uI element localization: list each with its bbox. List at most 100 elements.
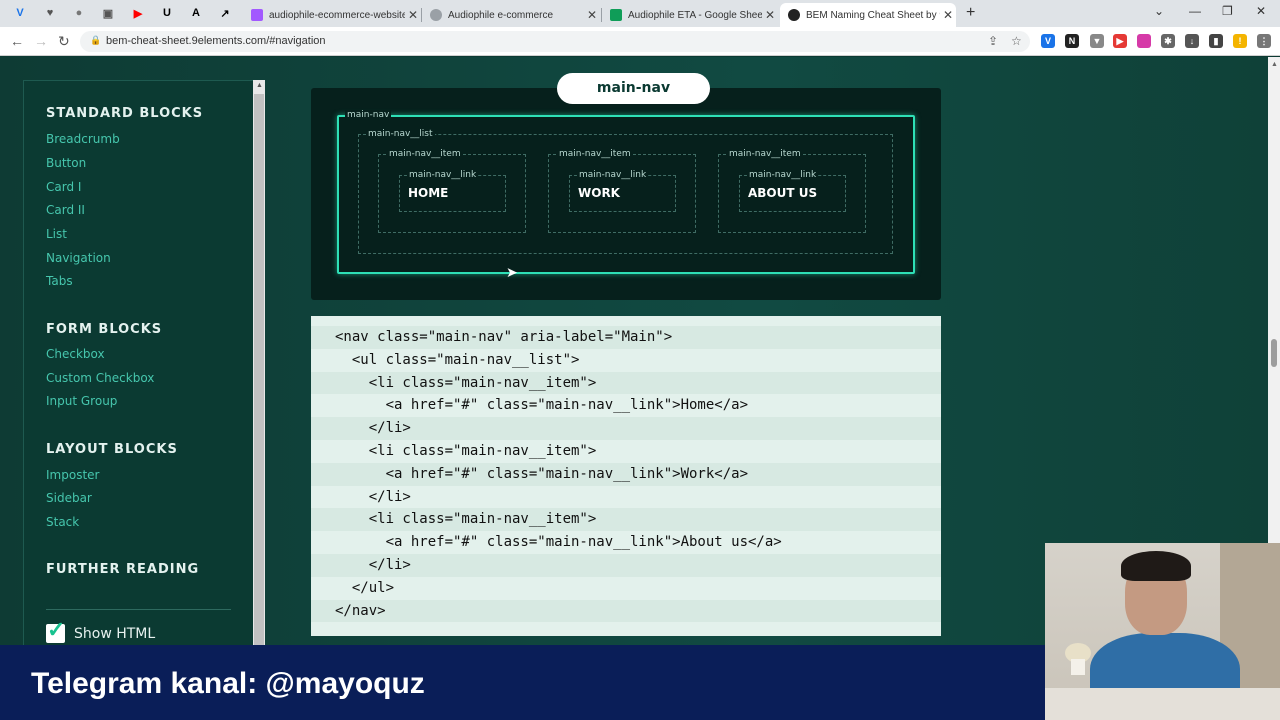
webcam-desk bbox=[1045, 688, 1280, 720]
sidebar-item-card-2[interactable]: Card II bbox=[46, 203, 85, 217]
item-label: main-nav__item bbox=[557, 149, 633, 159]
code-line: </li> bbox=[311, 553, 941, 577]
lock-icon[interactable]: 🔒 bbox=[90, 35, 101, 46]
scroll-up-icon[interactable]: ▲ bbox=[1271, 61, 1278, 68]
sidebar-item-button[interactable]: Button bbox=[46, 156, 86, 170]
reload-icon[interactable]: ↻ bbox=[58, 33, 70, 50]
sidebar-item-tabs[interactable]: Tabs bbox=[46, 274, 73, 288]
sidebar-item-input-group[interactable]: Input Group bbox=[46, 394, 117, 408]
pinned-tab-vuetify[interactable]: V bbox=[10, 4, 30, 22]
pinned-tab-youtube[interactable]: ▶ bbox=[128, 4, 148, 22]
extension-vuetify-icon[interactable]: V bbox=[1041, 34, 1055, 48]
browser-tab-bar: V ♥ ● ▣ ▶ U A ↗ audiophile-ecommerce-web… bbox=[0, 0, 1280, 27]
sidebar-item-list[interactable]: List bbox=[46, 227, 67, 241]
mouse-cursor-icon: ➤ bbox=[506, 264, 518, 280]
extension-bulb-icon[interactable]: ! bbox=[1233, 34, 1247, 48]
sidebar-item-sidebar[interactable]: Sidebar bbox=[46, 491, 92, 505]
bookmark-star-icon[interactable]: ☆ bbox=[1011, 34, 1022, 48]
sidebar-heading-further-reading[interactable]: FURTHER READING bbox=[46, 562, 199, 577]
pinned-tab-square[interactable]: ▣ bbox=[98, 4, 118, 22]
nav-link-about-us[interactable]: ABOUT US bbox=[748, 186, 817, 200]
webcam-pot bbox=[1071, 659, 1085, 675]
url-field[interactable]: 🔒 bem-cheat-sheet.9elements.com/#navigat… bbox=[80, 31, 1030, 52]
sidebar-item-custom-checkbox[interactable]: Custom Checkbox bbox=[46, 371, 154, 385]
sidebar-item-imposter[interactable]: Imposter bbox=[46, 468, 99, 482]
main-nav-list-element: main-nav__list main-nav__item main-nav__… bbox=[358, 129, 893, 254]
sidebar-item-stack[interactable]: Stack bbox=[46, 515, 79, 529]
page-scroll-thumb[interactable] bbox=[1271, 339, 1277, 367]
code-line: <nav class="main-nav" aria-label="Main"> bbox=[311, 326, 941, 349]
main-nav-link[interactable]: main-nav__link WORK bbox=[569, 170, 676, 212]
show-html-checkbox[interactable]: ✓ bbox=[46, 617, 65, 643]
window-close-icon[interactable]: ✕ bbox=[1256, 4, 1266, 18]
main-nav-link[interactable]: main-nav__link ABOUT US bbox=[739, 170, 846, 212]
pinned-tab-arrow[interactable]: ↗ bbox=[215, 4, 235, 22]
sidebar-item-navigation[interactable]: Navigation bbox=[46, 251, 111, 265]
item-label: main-nav__item bbox=[387, 149, 463, 159]
nav-link-home[interactable]: HOME bbox=[408, 186, 448, 200]
side-panel-icon[interactable]: ▮ bbox=[1209, 34, 1223, 48]
pinned-tab-circle[interactable]: ● bbox=[69, 4, 89, 22]
extensions-puzzle-icon[interactable]: ✱ bbox=[1161, 34, 1175, 48]
new-tab-plus-icon[interactable]: + bbox=[966, 4, 975, 22]
tab-search-chevron-icon[interactable]: ⌄ bbox=[1154, 4, 1164, 18]
code-line: <a href="#" class="main-nav__link">Work<… bbox=[311, 462, 941, 486]
show-html-toggle[interactable]: ✓ Show HTML bbox=[46, 617, 155, 643]
webcam-overlay bbox=[1045, 543, 1280, 720]
sidebar-scrollbar[interactable]: ▲ bbox=[253, 80, 265, 680]
code-line: <a href="#" class="main-nav__link">About… bbox=[335, 534, 782, 551]
extension-youtube-icon[interactable]: ▶ bbox=[1113, 34, 1127, 48]
main-nav-item: main-nav__item main-nav__link HOME bbox=[378, 149, 526, 233]
code-line: <a href="#" class="main-nav__link">Home<… bbox=[335, 397, 749, 414]
pinned-tab-shield[interactable]: ♥ bbox=[40, 4, 60, 22]
item-label: main-nav__item bbox=[727, 149, 803, 159]
sidebar-heading-layout-blocks: LAYOUT BLOCKS bbox=[46, 442, 178, 457]
telegram-banner: Telegram kanal: @mayoquz bbox=[0, 645, 1045, 720]
sidebar-item-card-1[interactable]: Card I bbox=[46, 180, 81, 194]
banner-text: Telegram kanal: @mayoquz bbox=[31, 667, 425, 700]
share-icon[interactable]: ⇪ bbox=[988, 34, 998, 48]
link-label: main-nav__link bbox=[747, 170, 819, 180]
list-label: main-nav__list bbox=[366, 129, 435, 139]
code-line: <ul class="main-nav__list"> bbox=[335, 351, 580, 368]
pinned-tab-u[interactable]: U bbox=[157, 4, 177, 22]
maximize-icon[interactable]: ❐ bbox=[1222, 4, 1233, 18]
link-label: main-nav__link bbox=[407, 170, 479, 180]
main-nav-item: main-nav__item main-nav__link ABOUT US bbox=[718, 149, 866, 233]
tab-google-sheets[interactable]: Audiophile ETA - Google Sheets ✕ bbox=[602, 3, 778, 27]
tab-audiophile[interactable]: Audiophile e-commerce ✕ bbox=[422, 3, 600, 27]
url-text: bem-cheat-sheet.9elements.com/#navigatio… bbox=[106, 35, 326, 47]
sidebar-heading-standard-blocks: STANDARD BLOCKS bbox=[46, 106, 204, 121]
sidebar-item-breadcrumb[interactable]: Breadcrumb bbox=[46, 132, 120, 146]
sidebar-heading-form-blocks: FORM BLOCKS bbox=[46, 322, 163, 337]
nav-link-work[interactable]: WORK bbox=[578, 186, 620, 200]
tab-bem-cheat-sheet[interactable]: BEM Naming Cheat Sheet by 9ele ✕ bbox=[780, 3, 956, 27]
extension-notion-icon[interactable]: N bbox=[1065, 34, 1079, 48]
extension-v-icon[interactable]: ▼ bbox=[1090, 34, 1104, 48]
minimize-icon[interactable]: — bbox=[1189, 4, 1201, 18]
html-code-block: <nav class="main-nav" aria-label="Main">… bbox=[311, 316, 941, 636]
tab-title: Audiophile e-commerce bbox=[448, 9, 554, 21]
tab-title: BEM Naming Cheat Sheet by 9ele bbox=[806, 9, 940, 21]
main-nav-link[interactable]: main-nav__link HOME bbox=[399, 170, 506, 212]
sheets-icon bbox=[610, 9, 622, 21]
pinned-tab-a[interactable]: A bbox=[186, 4, 206, 22]
close-icon[interactable]: ✕ bbox=[762, 8, 778, 22]
bem-demo-panel: main-nav main-nav__list main-nav__item m… bbox=[311, 88, 941, 300]
tab-title: Audiophile ETA - Google Sheets bbox=[628, 9, 762, 21]
forward-arrow-icon[interactable]: → bbox=[34, 33, 48, 49]
code-line: <li class="main-nav__item"> bbox=[311, 371, 941, 395]
tab-figma[interactable]: audiophile-ecommerce-website ✕ bbox=[243, 3, 421, 27]
sidebar-scroll-thumb[interactable] bbox=[254, 94, 264, 669]
back-arrow-icon[interactable]: ← bbox=[10, 33, 24, 49]
figma-icon bbox=[251, 9, 263, 21]
extension-color-icon[interactable] bbox=[1137, 34, 1151, 48]
menu-dots-icon[interactable]: ⋮ bbox=[1257, 34, 1271, 48]
download-icon[interactable]: ↓ bbox=[1185, 34, 1199, 48]
close-icon[interactable]: ✕ bbox=[405, 8, 421, 22]
code-line: <li class="main-nav__item"> bbox=[311, 508, 941, 532]
close-icon[interactable]: ✕ bbox=[940, 8, 956, 22]
scroll-up-icon[interactable]: ▲ bbox=[256, 82, 263, 89]
sidebar-item-checkbox[interactable]: Checkbox bbox=[46, 347, 105, 361]
close-icon[interactable]: ✕ bbox=[584, 8, 600, 22]
